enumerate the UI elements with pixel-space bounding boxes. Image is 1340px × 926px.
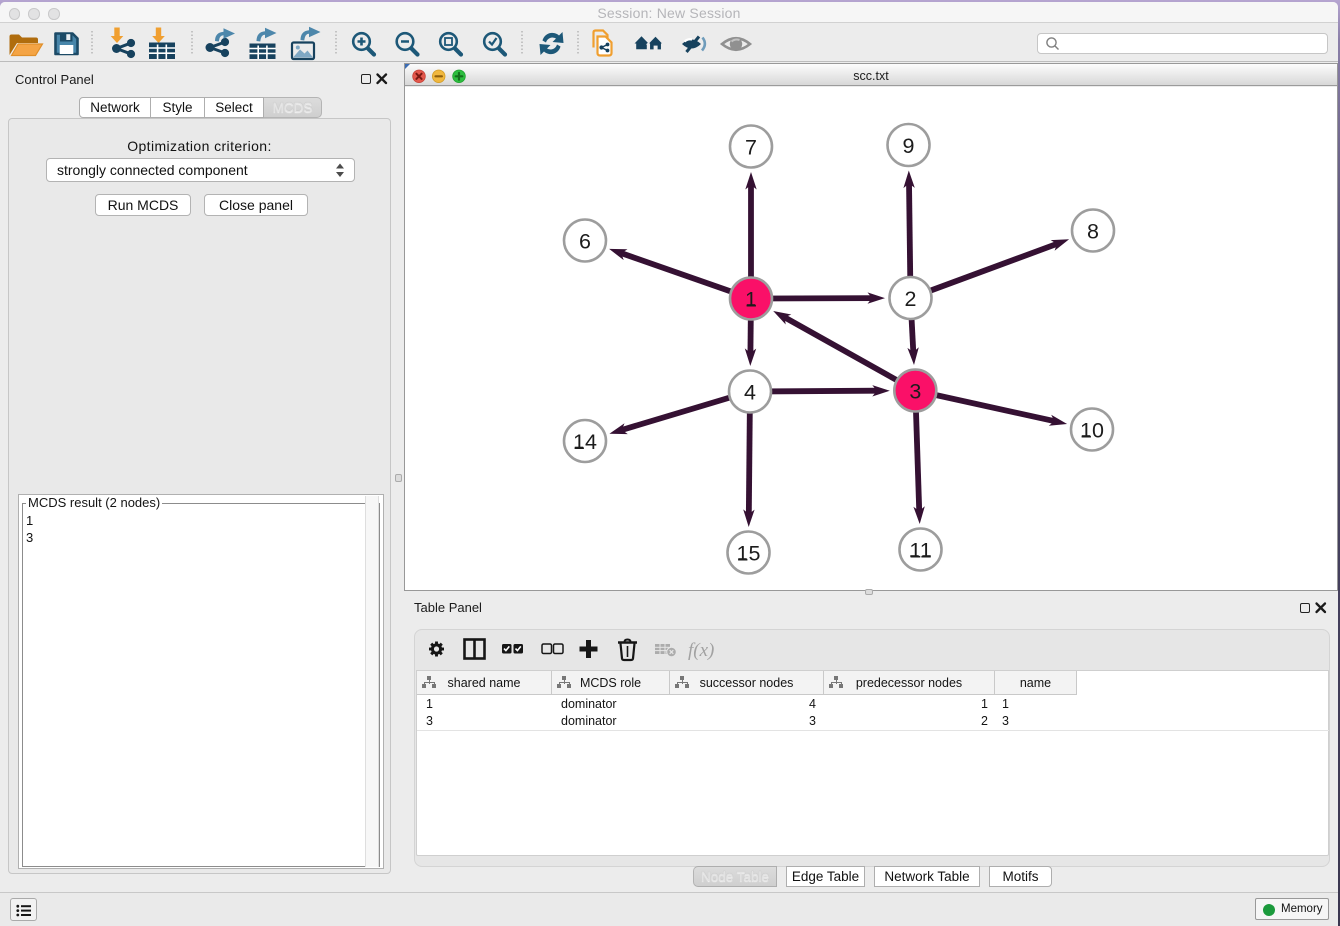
svg-text:9: 9 <box>903 134 915 158</box>
svg-text:f(x): f(x) <box>688 640 714 661</box>
svg-text:7: 7 <box>745 135 757 159</box>
svg-text:11: 11 <box>909 538 931 562</box>
svg-text:6: 6 <box>579 229 591 253</box>
svg-text:3: 3 <box>909 379 921 403</box>
svg-text:2: 2 <box>905 287 917 311</box>
svg-text:1: 1 <box>745 287 757 311</box>
svg-text:8: 8 <box>1087 219 1099 243</box>
svg-text:4: 4 <box>744 380 756 404</box>
svg-text:10: 10 <box>1080 418 1104 442</box>
svg-text:15: 15 <box>737 541 761 565</box>
svg-text:14: 14 <box>573 430 597 454</box>
